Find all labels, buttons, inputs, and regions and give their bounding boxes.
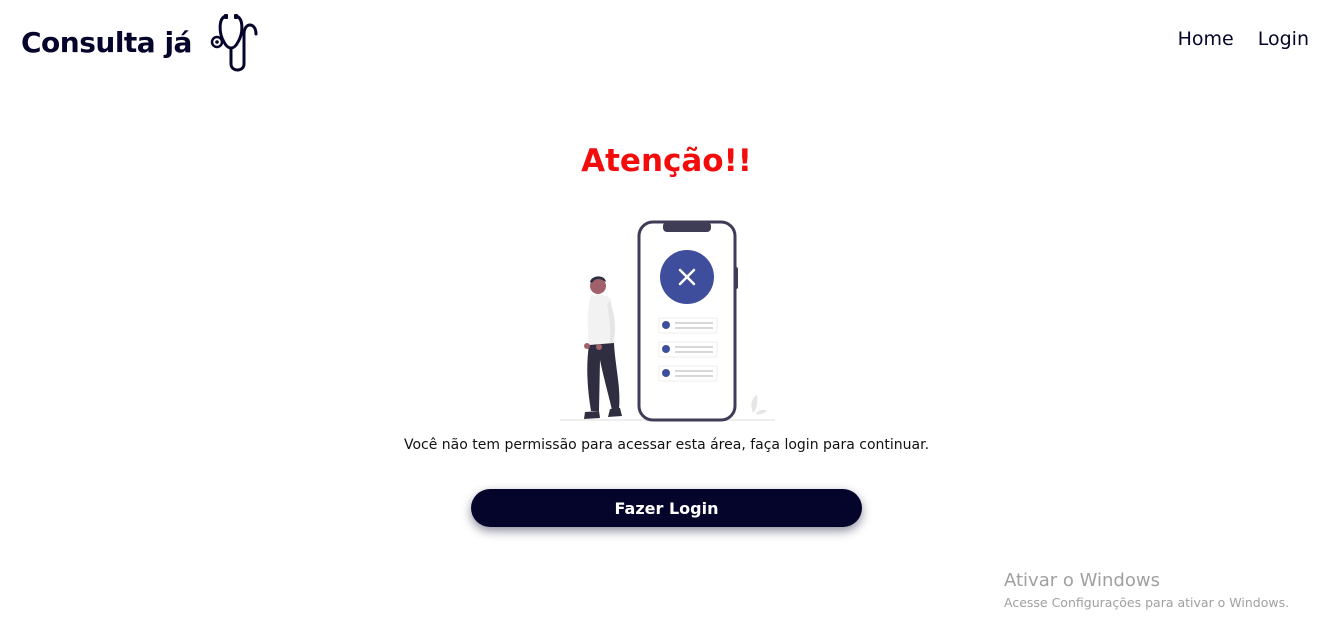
page: Consulta já Home Login Atenção!! Você nã… [0,0,1336,632]
stethoscope-icon [210,14,258,72]
nav-login-link[interactable]: Login [1258,28,1309,50]
nav-home-link[interactable]: Home [1178,28,1234,50]
main-nav: Home Login [1178,28,1309,50]
permission-message: Você não tem permissão para acessar esta… [403,437,930,453]
alert-title: Atenção!! [581,143,752,179]
watermark-title: Ativar o Windows [1004,570,1160,591]
windows-activation-watermark: Ativar o Windows Acesse Configurações pa… [1004,569,1289,613]
brand[interactable]: Consulta já [21,12,260,74]
brand-title: Consulta já [21,26,192,59]
watermark-subtitle: Acesse Configurações para ativar o Windo… [1004,595,1290,610]
access-denied-illustration [560,220,775,422]
login-button[interactable]: Fazer Login [471,489,862,527]
